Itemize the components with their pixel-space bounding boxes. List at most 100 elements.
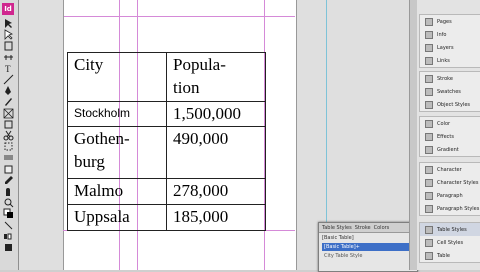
zoom-tool-icon[interactable]: [3, 197, 14, 208]
panel-label: Object Styles: [437, 101, 471, 108]
panel-label: Color: [437, 120, 451, 127]
hand-tool-icon[interactable]: [3, 186, 14, 197]
panel-label: Info: [437, 31, 447, 38]
table-header-cell[interactable]: City: [67, 52, 167, 102]
layers-icon: [425, 43, 433, 52]
basic-table-style[interactable]: [Basic Table]: [319, 233, 417, 243]
panel-label: Gradient: [437, 146, 459, 153]
table-row: City Popula-tion: [67, 52, 266, 102]
panel-gradient[interactable]: Gradient: [420, 143, 480, 156]
type-tool-icon[interactable]: T: [3, 63, 14, 74]
rectangle-frame-tool-icon[interactable]: [3, 108, 14, 119]
city-population-table[interactable]: City Popula-tion Stockholm 1,500,000 Got…: [67, 52, 266, 231]
panel-character-styles[interactable]: Character Styles: [420, 176, 480, 189]
panel-label: Cell Styles: [437, 239, 464, 246]
pen-tool-icon[interactable]: [3, 85, 14, 96]
rectangle-tool-icon[interactable]: [3, 119, 14, 130]
panel-pages[interactable]: Pages: [420, 15, 480, 28]
table-row: Malmo 278,000: [67, 178, 266, 205]
panel-object-styles[interactable]: Object Styles: [420, 98, 480, 111]
panel-paragraph[interactable]: Paragraph: [420, 189, 480, 202]
tab-colors[interactable]: Colors: [374, 225, 390, 231]
apply-color-icon[interactable]: [3, 231, 14, 242]
paragraph-styles-icon: [425, 204, 433, 213]
paragraph-icon: [425, 191, 433, 200]
panel-label: Table: [437, 252, 450, 259]
svg-text:T: T: [5, 64, 11, 74]
panel-group-type: Character Character Styles Paragraph Par…: [419, 162, 480, 216]
panel-group-pages: Pages Info Layers Links: [419, 14, 480, 68]
panel-color[interactable]: Color: [420, 117, 480, 130]
gradient-icon: [425, 145, 433, 154]
margin-guide: [63, 16, 295, 17]
swap-icon[interactable]: [3, 220, 14, 231]
info-icon: [425, 30, 433, 39]
panel-label: Effects: [437, 133, 454, 140]
scissors-tool-icon[interactable]: [3, 130, 14, 141]
panel-label: Paragraph: [437, 192, 463, 199]
table-cell[interactable]: Stockholm: [67, 101, 167, 127]
panel-layers[interactable]: Layers: [420, 41, 480, 54]
panel-label: Character: [437, 166, 462, 173]
direct-selection-tool-icon[interactable]: [3, 29, 14, 41]
table-styles-popup: Table Styles Stroke Colors [Basic Table]…: [318, 222, 418, 272]
panel-info[interactable]: Info: [420, 28, 480, 41]
fill-stroke-icon[interactable]: [3, 208, 14, 219]
page-tool-icon[interactable]: [3, 40, 14, 51]
selection-tool-icon[interactable]: [3, 18, 14, 29]
character-icon: [425, 165, 433, 174]
table-cell[interactable]: Gothen-burg: [67, 126, 167, 179]
tab-table-styles[interactable]: Table Styles: [322, 225, 352, 231]
panel-paragraph-styles[interactable]: Paragraph Styles: [420, 202, 480, 215]
object-styles-icon: [425, 100, 433, 109]
color-icon: [425, 119, 433, 128]
table-cell[interactable]: Uppsala: [67, 204, 167, 231]
note-tool-icon[interactable]: [3, 164, 14, 175]
panel-group-stroke: Stroke Swatches Object Styles: [419, 71, 480, 112]
eyedropper-tool-icon[interactable]: [3, 175, 14, 186]
panel-label: Swatches: [437, 88, 461, 95]
cell-gothen: Gothen-: [74, 129, 130, 148]
panel-table[interactable]: Table: [420, 249, 480, 262]
panel-effects[interactable]: Effects: [420, 130, 480, 143]
table-header-cell[interactable]: Popula-tion: [166, 52, 266, 102]
pencil-tool-icon[interactable]: [3, 96, 14, 107]
table-cell[interactable]: 490,000: [166, 126, 266, 179]
indesign-logo: Id: [2, 3, 14, 15]
panel-links[interactable]: Links: [420, 54, 480, 67]
header-tion: tion: [173, 78, 200, 97]
swatches-icon: [425, 87, 433, 96]
pages-icon: [425, 17, 433, 26]
gradient-tool-icon[interactable]: [3, 152, 14, 163]
popup-tabs: Table Styles Stroke Colors: [319, 223, 417, 233]
table-row: Gothen-burg 490,000: [67, 126, 266, 179]
tools-panel: Id T: [0, 0, 19, 270]
table-cell[interactable]: Malmo: [67, 178, 167, 205]
line-tool-icon[interactable]: [3, 74, 14, 85]
table-cell[interactable]: 185,000: [166, 204, 266, 231]
tab-stroke[interactable]: Stroke: [355, 225, 371, 231]
cell-burg: burg: [74, 152, 105, 171]
panel-group-color: Color Effects Gradient: [419, 116, 480, 157]
panel-character[interactable]: Character: [420, 163, 480, 176]
view-mode-icon[interactable]: [3, 242, 14, 253]
effects-icon: [425, 132, 433, 141]
header-popula: Popula-: [173, 55, 226, 74]
panel-swatches[interactable]: Swatches: [420, 85, 480, 98]
panel-stroke[interactable]: Stroke: [420, 72, 480, 85]
text-frame-edge: [63, 16, 64, 230]
character-styles-icon: [425, 178, 433, 187]
panels-dock: Pages Info Layers Links Stroke Swatches …: [417, 0, 480, 270]
table-cell[interactable]: 278,000: [166, 178, 266, 205]
table-cell[interactable]: 1,500,000: [166, 101, 266, 127]
panel-cell-styles[interactable]: Cell Styles: [420, 236, 480, 249]
stroke-icon: [425, 74, 433, 83]
panel-label: Links: [437, 57, 450, 64]
gap-tool-icon[interactable]: [3, 52, 14, 63]
panel-table-styles[interactable]: Table Styles: [420, 223, 480, 236]
free-transform-tool-icon[interactable]: [3, 141, 14, 152]
table-row: Uppsala 185,000: [67, 204, 266, 231]
table-row: Stockholm 1,500,000: [67, 101, 266, 127]
selected-table-style[interactable]: [Basic Table]+: [322, 243, 414, 251]
city-table-style[interactable]: City Table Style: [319, 251, 417, 261]
